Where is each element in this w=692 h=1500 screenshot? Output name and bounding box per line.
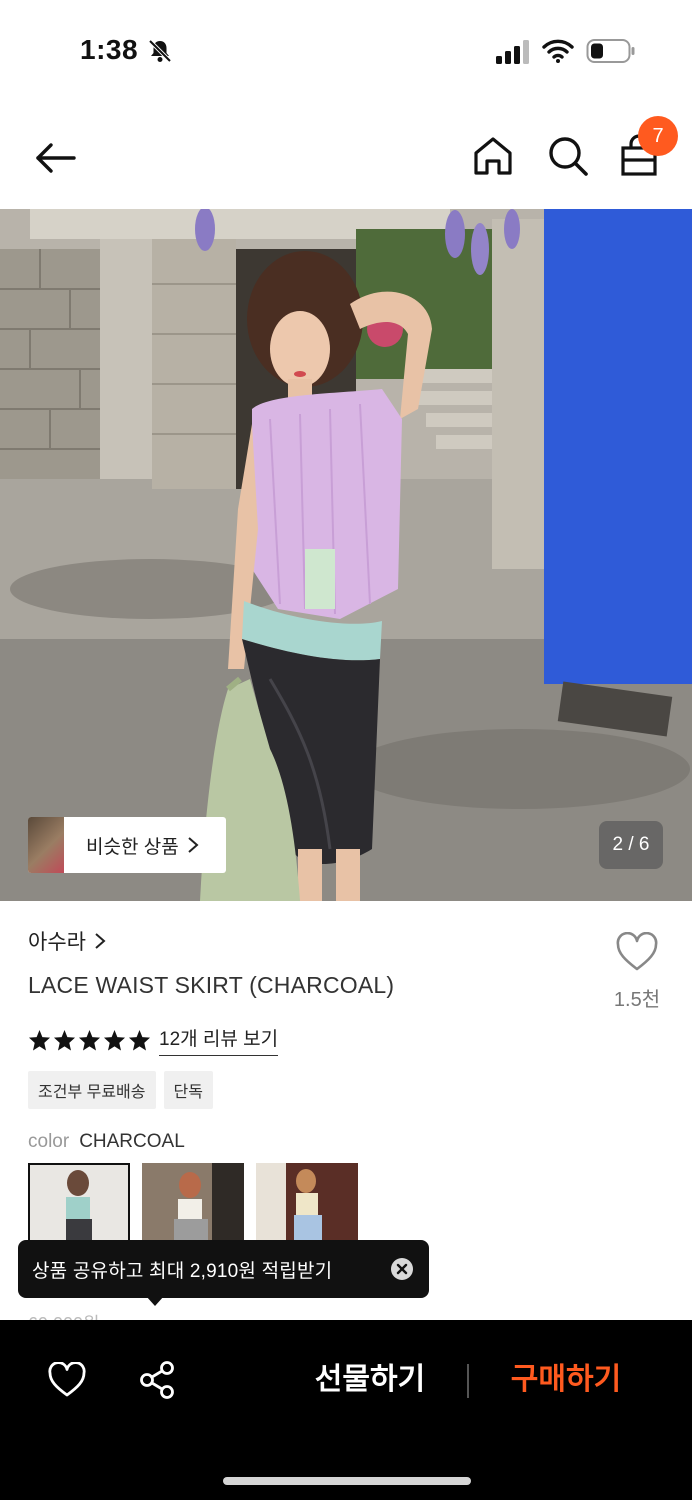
home-indicator[interactable] — [223, 1477, 471, 1485]
similar-products-thumbnail — [28, 817, 64, 873]
product-photo-illustration — [0, 209, 692, 901]
star-icon — [103, 1029, 126, 1051]
rating-stars — [28, 1029, 151, 1051]
buy-button[interactable]: 구매하기 — [496, 1358, 636, 1402]
bell-off-icon — [148, 39, 172, 63]
share-reward-text: 상품 공유하고 최대 2,910원 적립받기 — [32, 1260, 333, 1282]
product-photo[interactable] — [0, 209, 692, 901]
action-divider — [467, 1364, 469, 1398]
heart-icon — [616, 931, 658, 971]
like-button[interactable]: 1.5천 — [608, 931, 666, 1012]
product-title: LACE WAIST SKIRT (CHARCOAL) — [28, 972, 395, 998]
star-icon — [28, 1029, 51, 1051]
brand-link[interactable]: 아수라 — [28, 926, 106, 956]
battery-icon — [586, 39, 635, 63]
heart-icon[interactable] — [48, 1362, 86, 1398]
bottom-action-bar: 선물하기 구매하기 — [0, 1320, 692, 1500]
similar-products-label: 비슷한 상품 — [86, 836, 179, 858]
star-icon — [128, 1029, 151, 1051]
star-icon — [53, 1029, 76, 1051]
cellular-signal-icon — [496, 40, 529, 64]
chevron-right-icon — [188, 837, 199, 853]
home-icon[interactable] — [472, 134, 514, 178]
image-page-indicator: 2 / 6 — [599, 821, 663, 869]
color-option-row: color CHARCOAL — [28, 1131, 185, 1153]
tag-free-shipping: 조건부 무료배송 — [28, 1071, 156, 1109]
back-arrow-icon[interactable] — [32, 138, 80, 178]
color-option-value: CHARCOAL — [79, 1131, 185, 1152]
share-reward-tooltip: 상품 공유하고 최대 2,910원 적립받기 — [18, 1240, 429, 1298]
chevron-right-icon — [95, 933, 106, 949]
cart-count-badge: 7 — [638, 116, 678, 156]
reviews-link[interactable]: 12개 리뷰 보기 — [159, 1024, 279, 1056]
tooltip-arrow — [146, 1296, 164, 1306]
tag-exclusive: 단독 — [163, 1071, 213, 1109]
wifi-icon — [542, 39, 574, 63]
star-icon — [78, 1029, 101, 1051]
app-header — [0, 118, 692, 198]
product-tags: 조건부 무료배송 단독 — [28, 1071, 213, 1109]
gift-button[interactable]: 선물하기 — [300, 1358, 440, 1402]
search-icon[interactable] — [546, 134, 590, 178]
brand-name: 아수라 — [28, 931, 86, 954]
like-count: 1.5천 — [613, 989, 661, 1011]
rating-row: 12개 리뷰 보기 — [28, 1024, 279, 1056]
share-icon[interactable] — [138, 1360, 176, 1400]
color-option-key: color — [28, 1131, 70, 1152]
close-icon[interactable] — [391, 1258, 413, 1280]
status-time: 1:38 — [80, 34, 139, 65]
similar-products-button[interactable]: 비슷한 상품 — [28, 817, 226, 873]
status-bar: 1:38 — [0, 0, 692, 100]
